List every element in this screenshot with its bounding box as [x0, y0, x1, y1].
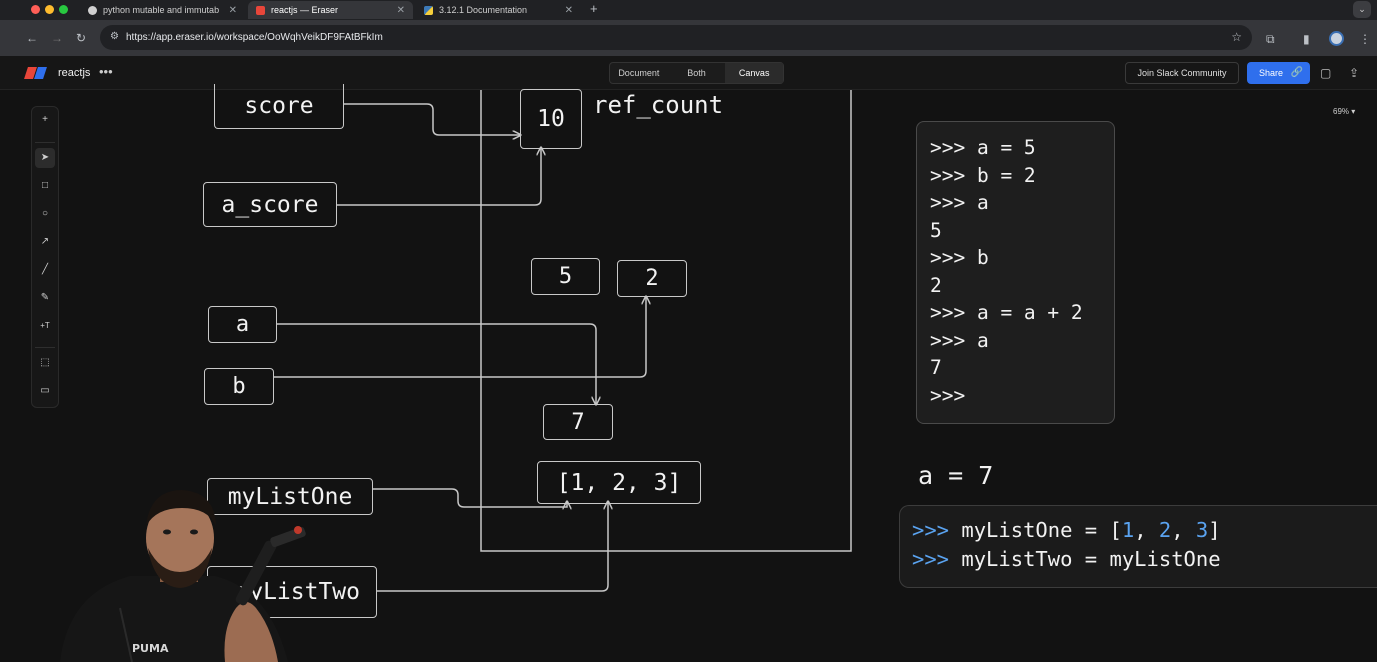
- repl-list-box[interactable]: >>> myListOne = [1, 2, 3] >>> myListTwo …: [899, 505, 1377, 588]
- value-7-label: 7: [571, 409, 585, 435]
- repl-text: myListTwo = myListOne: [961, 547, 1221, 571]
- value-5-label: 5: [558, 264, 573, 289]
- value-10-label: 10: [537, 106, 565, 132]
- repl-number: 2: [1158, 518, 1172, 542]
- repl-prompt: >>>: [912, 518, 950, 542]
- var-score[interactable]: score: [214, 84, 344, 129]
- ref-count-label: ref_count: [593, 91, 724, 119]
- var-a-score-label: a_score: [221, 191, 319, 218]
- presenter-webcam: PUMA: [60, 490, 306, 662]
- connector-a: [276, 323, 596, 404]
- var-b[interactable]: b: [204, 368, 274, 405]
- repl-close: ]: [1208, 518, 1221, 542]
- repl-line: 5: [930, 218, 942, 242]
- value-10[interactable]: 10: [520, 89, 582, 149]
- var-a-score[interactable]: a_score: [203, 182, 337, 227]
- var-b-label: b: [232, 374, 246, 399]
- value-7[interactable]: 7: [543, 404, 613, 440]
- var-a[interactable]: a: [208, 306, 277, 343]
- connector-mylisttwo: [376, 502, 608, 592]
- repl-line: >>> a = a + 2: [930, 301, 1083, 324]
- repl-number: 3: [1195, 518, 1209, 542]
- connector-score: [343, 103, 520, 135]
- svg-text:PUMA: PUMA: [132, 642, 169, 655]
- note-a-equals-7[interactable]: a = 7: [918, 461, 993, 490]
- repl-line: 7: [930, 356, 942, 379]
- repl-name: myListOne: [961, 518, 1073, 542]
- repl-prompt: >>>: [912, 547, 950, 571]
- repl-line: >>> myListTwo = myListOne: [912, 547, 1377, 576]
- value-list[interactable]: [1, 2, 3]: [537, 461, 701, 504]
- repl-eq: = [: [1072, 518, 1122, 542]
- repl-line: >>>: [930, 383, 966, 407]
- repl-line: >>> b = 2: [930, 163, 1036, 187]
- repl-line: >>> a = 5: [930, 136, 1036, 159]
- repl-line: >>> myListOne = [1, 2, 3]: [912, 518, 1377, 547]
- connector-b: [273, 297, 646, 378]
- repl-line: >>> a: [930, 191, 989, 214]
- repl-output-box[interactable]: >>> a = 5 >>> b = 2 >>> a 5 >>> b 2 >>> …: [916, 121, 1115, 424]
- value-2[interactable]: 2: [617, 260, 687, 297]
- repl-number: 1: [1121, 518, 1135, 542]
- value-2-label: 2: [645, 266, 659, 291]
- connector-a-score: [336, 148, 541, 206]
- var-score-label: score: [244, 93, 314, 119]
- repl-line: >>> b: [930, 246, 989, 269]
- repl-line: >>> a: [930, 328, 989, 352]
- repl-line: 2: [930, 273, 942, 297]
- value-5[interactable]: 5: [531, 258, 600, 295]
- value-list-label: [1, 2, 3]: [556, 469, 682, 496]
- repl-sep: ,: [1171, 518, 1196, 542]
- var-a-label: a: [235, 312, 250, 337]
- repl-sep: ,: [1134, 518, 1159, 542]
